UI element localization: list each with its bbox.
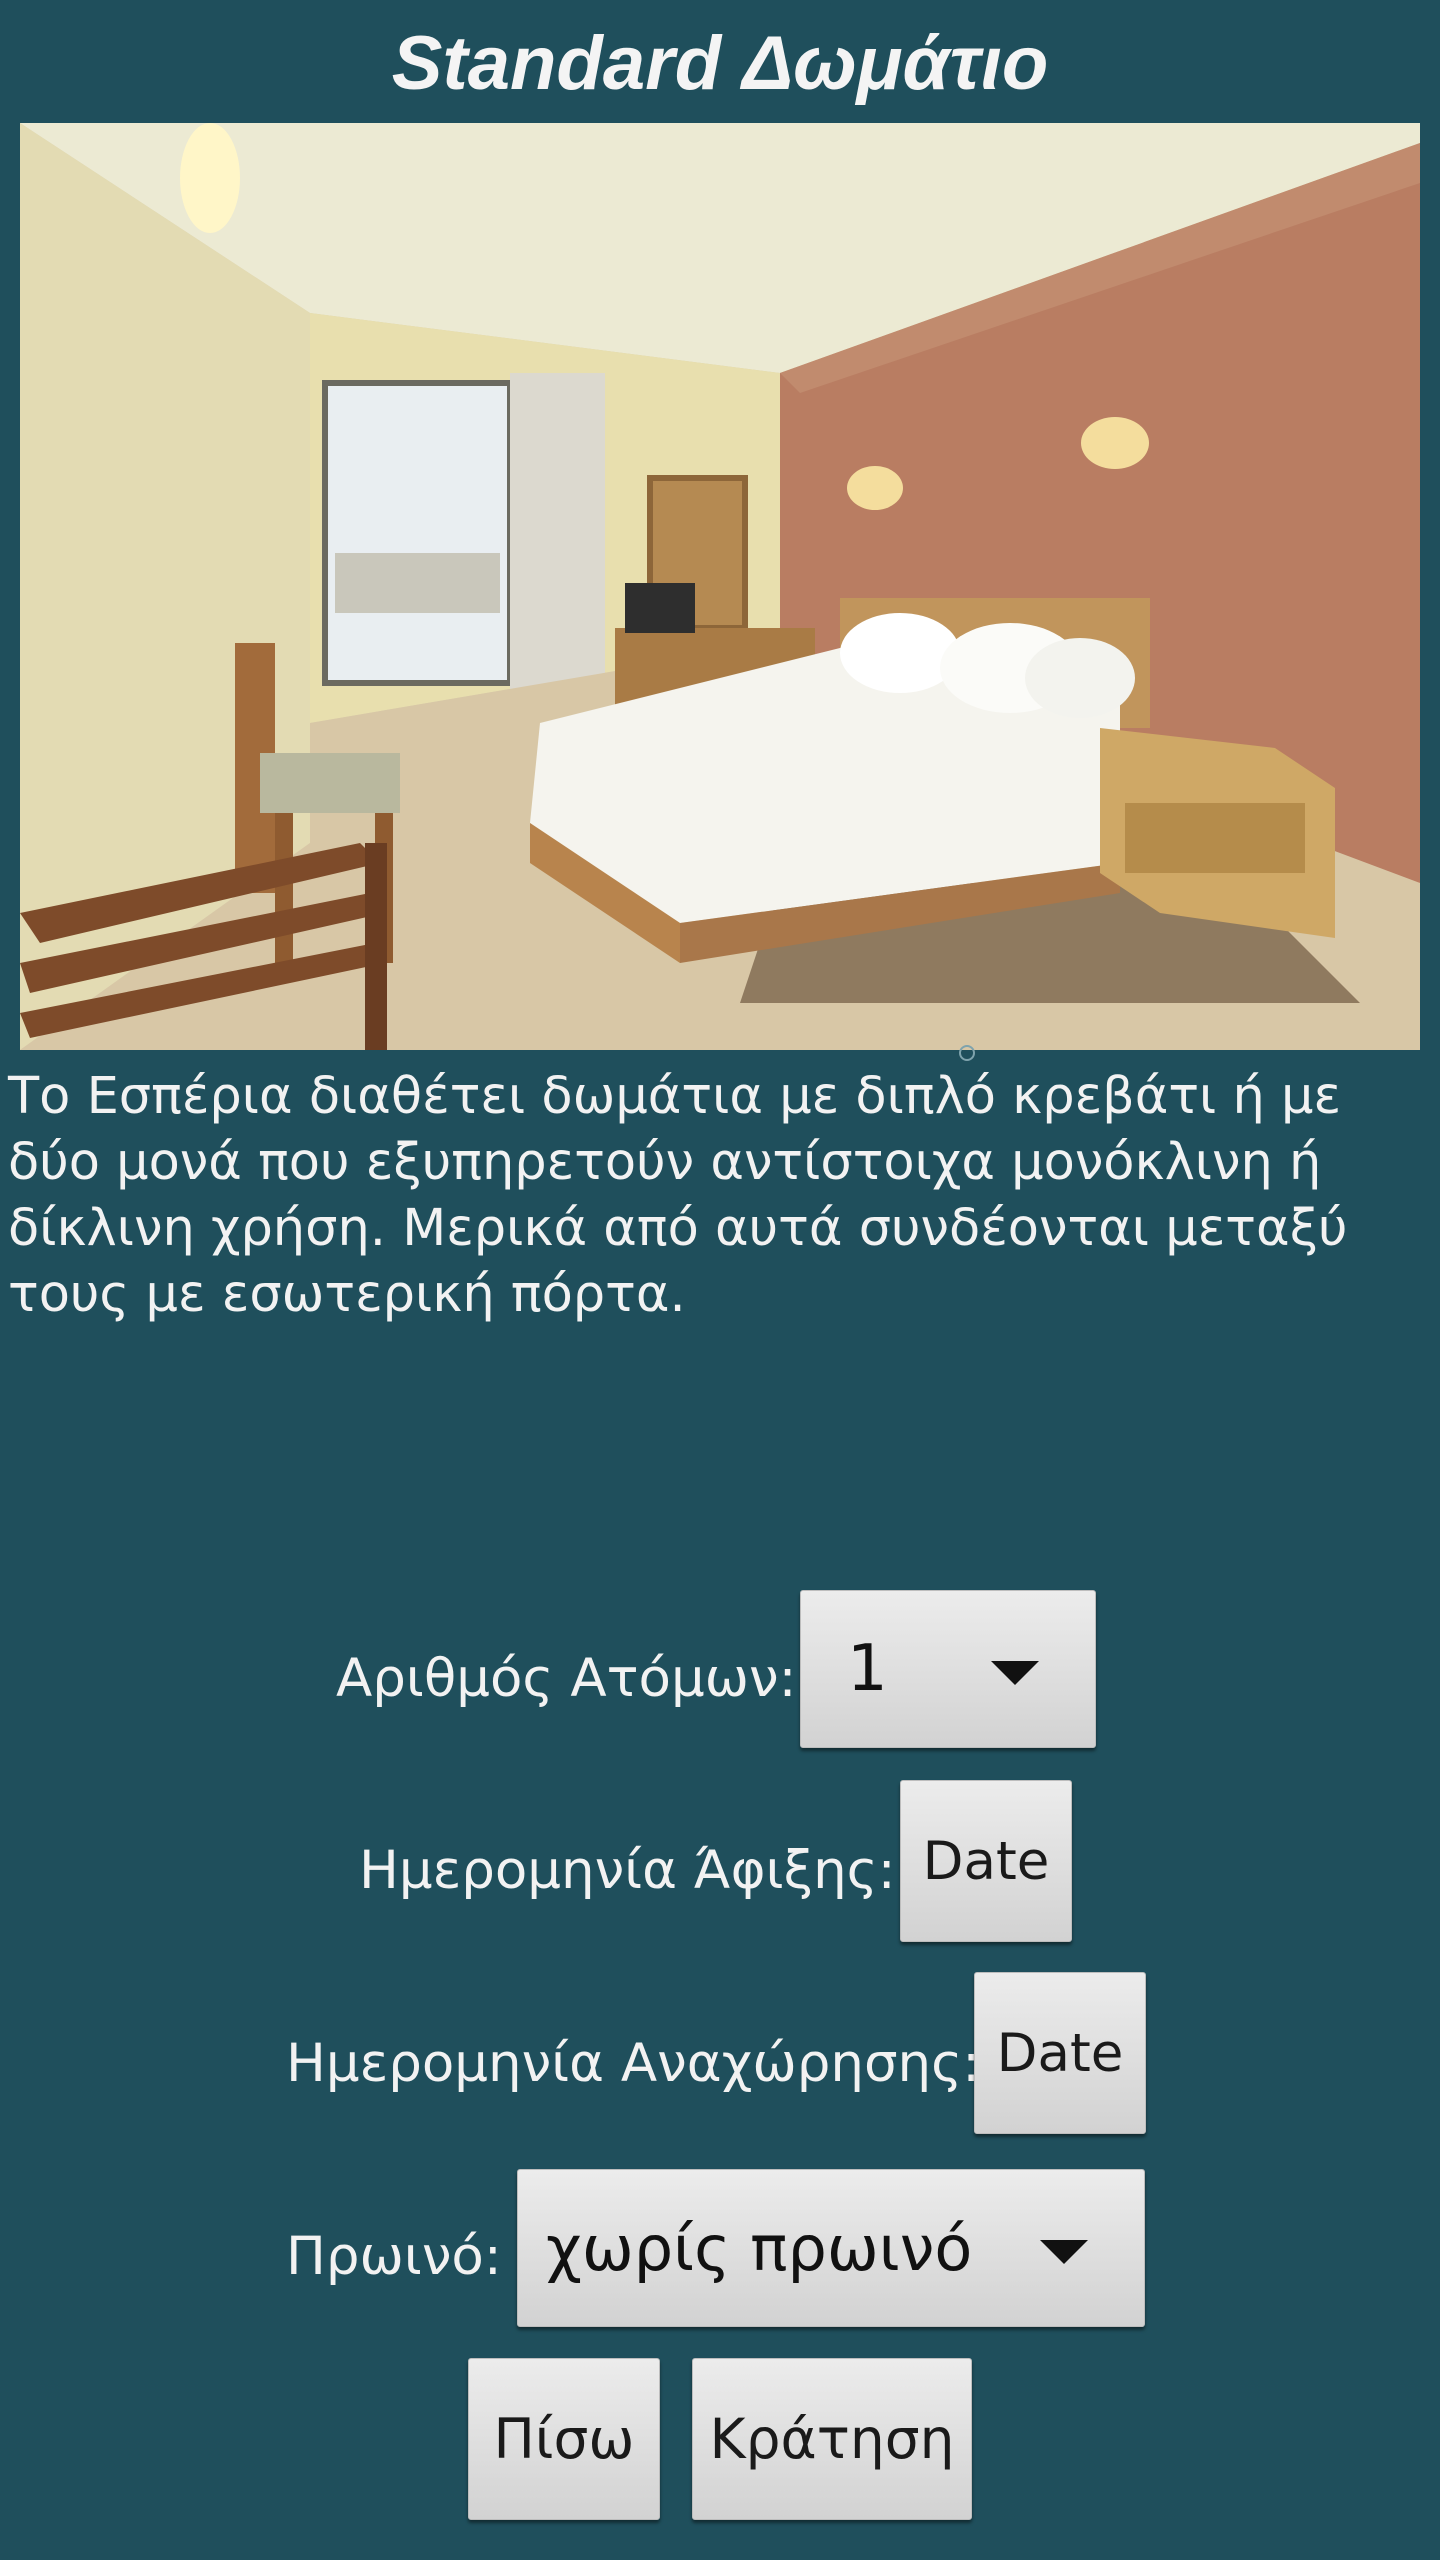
arrival-date-button[interactable]: Date [900, 1780, 1072, 1942]
breakfast-label: Πρωινό: [286, 2226, 502, 2287]
dropdown-arrow-icon [1040, 2240, 1088, 2264]
room-description: Το Εσπέρια διαθέτει δωμάτια με διπλό κρε… [8, 1067, 1348, 1324]
dropdown-arrow-icon [991, 1661, 1039, 1685]
room-photo[interactable] [20, 123, 1420, 1050]
persons-spinner[interactable]: 1 [800, 1590, 1096, 1748]
book-button[interactable]: Κράτηση [692, 2358, 972, 2520]
departure-date-label: Ημερομηνία Αναχώρησης: [286, 2033, 981, 2094]
back-button[interactable]: Πίσω [468, 2358, 660, 2520]
persons-label: Αριθμός Ατόμων: [336, 1648, 797, 1709]
persons-value: 1 [847, 1632, 888, 1706]
pager-indicator [959, 1045, 975, 1061]
page-title: Standard Δωμάτιο [391, 21, 1049, 106]
departure-date-button[interactable]: Date [974, 1972, 1146, 2134]
arrival-date-label: Ημερομηνία Άφιξης: [359, 1840, 896, 1901]
breakfast-value: χωρίς πρωινό [546, 2211, 973, 2285]
room-photo-illustration [20, 123, 1420, 1050]
breakfast-spinner[interactable]: χωρίς πρωινό [517, 2169, 1145, 2327]
